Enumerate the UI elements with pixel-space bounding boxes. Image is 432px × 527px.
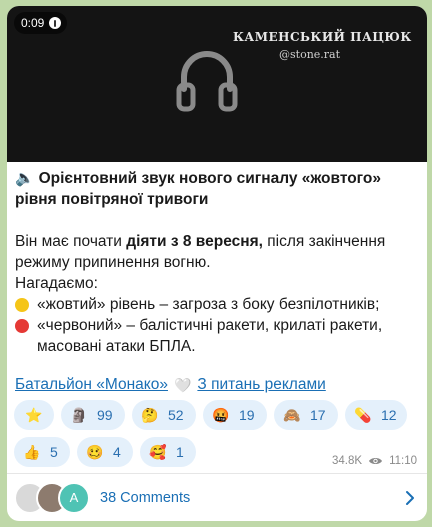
headphones-icon <box>176 51 238 112</box>
reaction-pill[interactable]: 💊 12 <box>345 400 407 430</box>
duration-badge: 0:09 <box>14 12 68 34</box>
duration-text: 0:09 <box>21 16 45 30</box>
eye-icon <box>369 458 383 464</box>
audio-video-media[interactable]: 0:09 КАМЕНСЬКИЙ ПАЦЮК @stone.rat <box>7 6 427 162</box>
pill-icon: 💊 <box>354 406 372 423</box>
cursing-face-icon: 🤬 <box>212 406 230 423</box>
reaction-see-no-evil[interactable]: 🙈 17 <box>274 400 338 430</box>
reaction-count: 1 <box>176 444 184 460</box>
reaction-count: 19 <box>239 407 255 423</box>
red-level-text: «червоний» – балістичні ракети, крилаті … <box>37 317 383 355</box>
red-level-item: «червоний» – балістичні ракети, крилаті … <box>15 315 419 357</box>
post-meta: 34.8K 11:10 <box>332 455 417 467</box>
channel-post: 0:09 КАМЕНСЬКИЙ ПАЦЮК @stone.rat 🔈 Орієн… <box>7 6 427 521</box>
post-links: Батальйон «Монако» 🤍 З питань реклами <box>15 376 326 394</box>
paragraph-bold: діяти з 8 вересня, <box>126 233 263 250</box>
chevron-right-icon <box>406 491 414 505</box>
reaction-cursing[interactable]: 🤬 19 <box>203 400 267 430</box>
watermark-title: КАМЕНСЬКИЙ ПАЦЮК <box>233 30 412 44</box>
commenter-avatars: A <box>14 481 94 515</box>
view-count: 34.8K <box>332 455 363 467</box>
comments-button[interactable]: A 38 Comments <box>7 474 427 521</box>
avatar: A <box>58 481 90 514</box>
paragraph-text: Він має почати <box>15 233 127 250</box>
post-paragraph: Він має почати діяти з 8 вересня, після … <box>15 231 419 273</box>
thinking-face-icon: 🤔 <box>141 406 159 423</box>
yellow-level-item: «жовтий» рівень – загроза з боку безпіло… <box>15 294 419 315</box>
reaction-count: 5 <box>50 444 58 460</box>
red-circle-icon <box>15 319 29 333</box>
comments-label: 38 Comments <box>100 489 191 506</box>
reaction-count: 99 <box>97 407 113 423</box>
reaction-woozy[interactable]: 🥴 4 <box>77 437 133 467</box>
reaction-moai[interactable]: 🗿 99 <box>61 400 125 430</box>
remind-label: Нагадаємо: <box>15 275 98 292</box>
reaction-thinking[interactable]: 🤔 52 <box>132 400 196 430</box>
star-icon: ⭐ <box>25 406 43 423</box>
reaction-count: 12 <box>381 407 397 423</box>
woozy-face-icon: 🥴 <box>86 443 104 460</box>
post-time: 11:10 <box>389 455 417 467</box>
watermark-handle: @stone.rat <box>279 48 341 61</box>
reaction-count: 17 <box>310 407 326 423</box>
reaction-count: 52 <box>168 407 184 423</box>
avatar-letter: A <box>69 490 79 505</box>
reaction-thumbs-up[interactable]: 👍 5 <box>14 437 70 467</box>
muted-icon[interactable] <box>49 17 62 29</box>
thumbs-up-icon: 👍 <box>23 443 41 460</box>
post-title: 🔈 Орієнтовний звук нового сигналу «жовто… <box>15 170 382 208</box>
yellow-circle-icon <box>15 298 29 312</box>
link-advertising[interactable]: З питань реклами <box>197 376 325 394</box>
moai-icon: 🗿 <box>70 406 88 423</box>
post-text: 🔈 Орієнтовний звук нового сигналу «жовто… <box>15 168 419 357</box>
white-heart-icon: 🤍 <box>173 376 192 393</box>
yellow-level-text: «жовтий» рівень – загроза з боку безпіло… <box>37 296 380 313</box>
reaction-count: 4 <box>113 444 121 460</box>
link-battalion-monaco[interactable]: Батальйон «Монако» <box>15 376 168 394</box>
smiling-face-with-hearts-icon: 🥰 <box>149 443 167 460</box>
reaction-smiling-hearts[interactable]: 🥰 1 <box>140 437 196 467</box>
see-no-evil-monkey-icon: 🙈 <box>283 406 301 423</box>
reaction-star[interactable]: ⭐ <box>14 400 54 430</box>
